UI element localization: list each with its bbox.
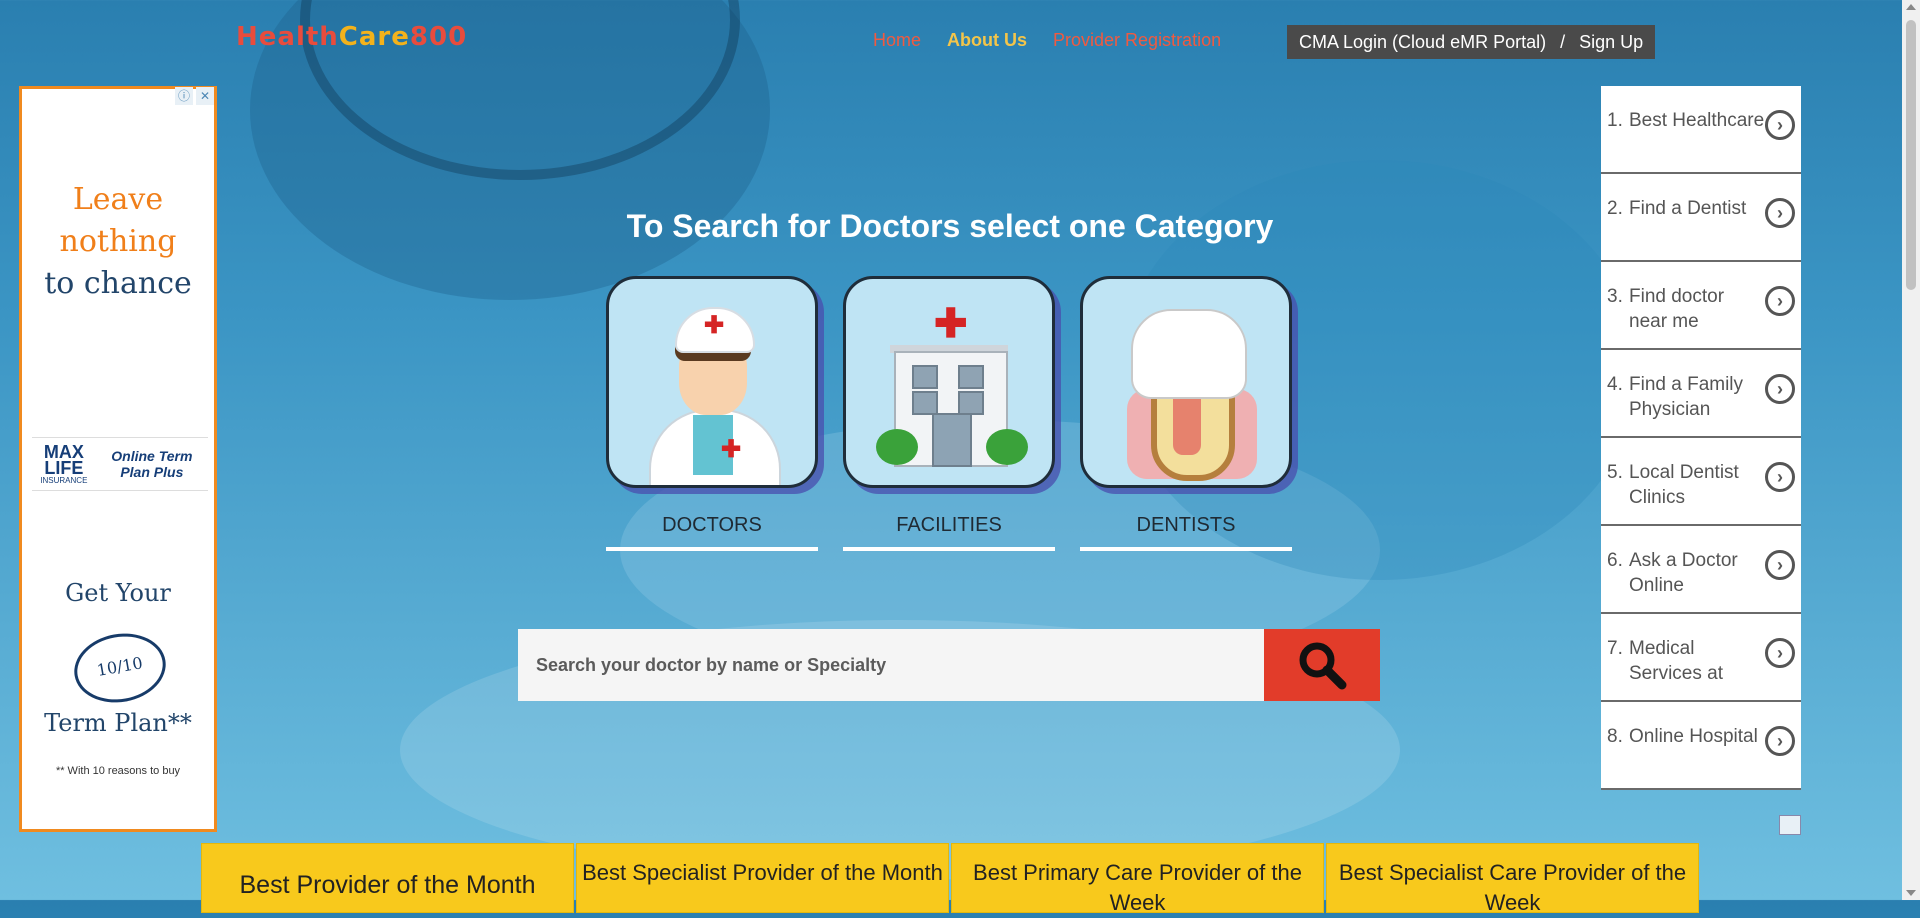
sponsored-link[interactable]: 6. Ask a Doctor Online › [1601, 526, 1801, 614]
awards-strip: Best Provider of the Month Best Speciali… [201, 843, 1699, 915]
ad-logo-brand: MAX LIFE [43, 441, 84, 478]
scroll-up-icon[interactable] [1906, 4, 1916, 10]
cma-login-link[interactable]: CMA Login (Cloud eMR Portal) [1299, 32, 1546, 53]
category-underline [843, 547, 1055, 551]
signup-link[interactable]: Sign Up [1579, 32, 1643, 53]
auth-bar: CMA Login (Cloud eMR Portal) / Sign Up [1287, 25, 1656, 59]
sponsored-links: 1. Best Healthcare › 2. Find a Dentist ›… [1601, 86, 1801, 790]
site-logo[interactable]: HealthCare800 [236, 22, 467, 52]
ad-logo-brand-sub: INSURANCE [40, 475, 88, 485]
category-selector: ✚ ✚ DOCTORS ✚ FACILITIES DENTISTS [606, 276, 1292, 551]
category-facilities-label[interactable]: FACILITIES [843, 514, 1055, 537]
category-facilities[interactable]: ✚ FACILITIES [843, 276, 1055, 551]
category-underline [606, 547, 818, 551]
ad-fine-print: ** With 10 reasons to buy [55, 765, 181, 777]
scrollbar-thumb[interactable] [1906, 20, 1916, 290]
ad-line-3: to chance [44, 266, 192, 301]
link-text[interactable]: Medical Services at [1629, 636, 1765, 700]
chevron-right-icon[interactable]: › [1765, 286, 1795, 316]
chevron-right-icon[interactable]: › [1765, 374, 1795, 404]
link-number: 5. [1607, 462, 1623, 483]
logo-part-800: 800 [409, 22, 468, 52]
award-tab[interactable]: Best Provider of the Month [201, 843, 574, 913]
sponsored-link[interactable]: 1. Best Healthcare › [1601, 86, 1801, 174]
link-number: 8. [1607, 726, 1623, 747]
sponsored-link[interactable]: 2. Find a Dentist › [1601, 174, 1801, 262]
chevron-right-icon[interactable]: › [1765, 638, 1795, 668]
sponsored-link[interactable]: 8. Online Hospital › [1601, 702, 1801, 790]
search-button[interactable] [1264, 629, 1380, 701]
ad-info-icon[interactable]: ⓘ [175, 87, 193, 105]
left-advertisement[interactable]: ⓘ ✕ Leave nothing to chance MAX LIFE INS… [19, 86, 217, 832]
category-doctors-label[interactable]: DOCTORS [606, 514, 818, 537]
link-text[interactable]: Find a Family Physician [1629, 372, 1765, 436]
category-underline [1080, 547, 1292, 551]
link-text[interactable]: Best Healthcare [1629, 108, 1765, 172]
link-number: 6. [1607, 550, 1623, 571]
chevron-right-icon[interactable]: › [1765, 462, 1795, 492]
link-text[interactable]: Find doctor near me [1629, 284, 1765, 348]
hospital-building-icon[interactable]: ✚ [843, 276, 1055, 488]
doctor-search [518, 629, 1380, 701]
sponsored-link[interactable]: 7. Medical Services at › [1601, 614, 1801, 702]
auth-separator: / [1560, 31, 1566, 52]
link-number: 3. [1607, 286, 1623, 307]
logo-part-health: Health [236, 22, 339, 52]
search-icon [1299, 642, 1347, 690]
award-tab[interactable]: Best Primary Care Provider of the Week [951, 843, 1324, 915]
adchoices-icon[interactable] [1779, 815, 1801, 835]
nav-provider-registration[interactable]: Provider Registration [1053, 30, 1221, 51]
ad-controls: ⓘ ✕ [175, 87, 214, 105]
sponsored-link[interactable]: 3. Find doctor near me › [1601, 262, 1801, 350]
ad-get-your: Get Your [65, 579, 171, 607]
chevron-right-icon[interactable]: › [1765, 110, 1795, 140]
link-text[interactable]: Local Dentist Clinics [1629, 460, 1765, 524]
doctor-icon[interactable]: ✚ ✚ [606, 276, 818, 488]
top-nav: Home About Us Provider Registration [873, 30, 1221, 51]
ad-term-plan: Term Plan** [44, 709, 192, 737]
nav-about-us[interactable]: About Us [947, 30, 1027, 51]
chevron-right-icon[interactable]: › [1765, 198, 1795, 228]
link-number: 1. [1607, 110, 1623, 131]
award-tab[interactable]: Best Specialist Provider of the Month [576, 843, 949, 913]
tooth-icon[interactable] [1080, 276, 1292, 488]
page-scrollbar[interactable] [1902, 0, 1920, 900]
ad-logo: MAX LIFE INSURANCE Online Term Plan Plus [32, 437, 208, 491]
nav-home[interactable]: Home [873, 30, 921, 51]
chevron-right-icon[interactable]: › [1765, 726, 1795, 756]
ad-badge-icon: 10/10 [68, 626, 172, 710]
sponsored-link[interactable]: 5. Local Dentist Clinics › [1601, 438, 1801, 526]
category-dentists[interactable]: DENTISTS [1080, 276, 1292, 551]
ad-logo-product: Online Term Plan Plus [111, 448, 193, 480]
search-input[interactable] [518, 629, 1264, 701]
ad-close-icon[interactable]: ✕ [196, 87, 214, 105]
link-number: 2. [1607, 198, 1623, 219]
link-text[interactable]: Online Hospital [1629, 724, 1765, 788]
sponsored-link[interactable]: 4. Find a Family Physician › [1601, 350, 1801, 438]
link-text[interactable]: Ask a Doctor Online [1629, 548, 1765, 612]
link-number: 4. [1607, 374, 1623, 395]
scroll-down-icon[interactable] [1906, 890, 1916, 896]
chevron-right-icon[interactable]: › [1765, 550, 1795, 580]
category-dentists-label[interactable]: DENTISTS [1080, 514, 1292, 537]
link-text[interactable]: Find a Dentist [1629, 196, 1765, 260]
logo-part-care: Care [338, 22, 410, 52]
link-number: 7. [1607, 638, 1623, 659]
category-doctors[interactable]: ✚ ✚ DOCTORS [606, 276, 818, 551]
award-tab[interactable]: Best Specialist Care Provider of the Wee… [1326, 843, 1699, 915]
